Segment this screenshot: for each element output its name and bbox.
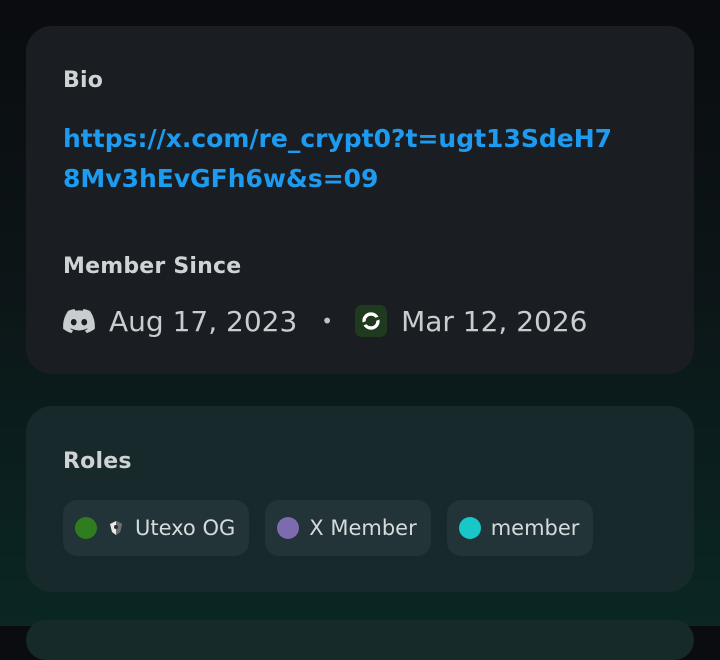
bio-link[interactable]: https://x.com/re_crypt0?t=ugt13SdeH78Mv3… — [63, 119, 623, 199]
roles-card: Roles Utexo OG X Member member — [26, 406, 694, 592]
badge-icon — [110, 521, 122, 535]
app-logo-icon — [355, 305, 388, 337]
role-chip-label: Utexo OG — [135, 516, 236, 540]
role-chip-member[interactable]: member — [446, 500, 594, 556]
date-separator: • — [321, 309, 334, 333]
member-since-heading: Member Since — [63, 254, 242, 279]
roles-heading: Roles — [63, 449, 132, 474]
role-chip-label: X Member — [309, 516, 417, 540]
role-chip-x-member[interactable]: X Member — [265, 500, 431, 556]
role-color-dot — [75, 517, 97, 539]
discord-join-date: Aug 17, 2023 — [109, 304, 298, 338]
role-color-dot — [458, 517, 481, 539]
role-color-dot — [277, 517, 300, 539]
next-card — [26, 620, 694, 660]
role-chip-list: Utexo OG X Member member — [63, 500, 594, 556]
app-join-date: Mar 12, 2026 — [401, 304, 588, 338]
bio-heading: Bio — [63, 68, 104, 93]
bio-card: Bio https://x.com/re_crypt0?t=ugt13SdeH7… — [26, 26, 694, 374]
discord-icon — [63, 309, 95, 333]
role-chip-label: member — [490, 516, 580, 540]
role-chip-utexo-og[interactable]: Utexo OG — [63, 500, 250, 556]
member-since-row: Aug 17, 2023 • Mar 12, 2026 — [63, 300, 587, 342]
